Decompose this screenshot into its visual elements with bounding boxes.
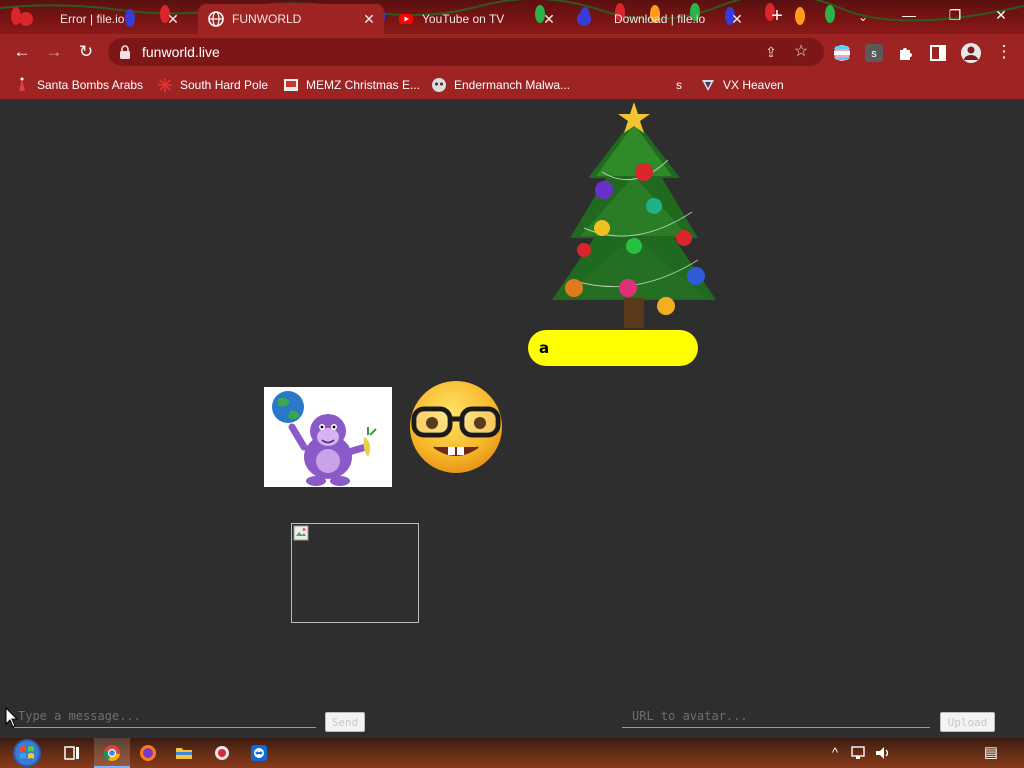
- snowflake-icon: [158, 78, 172, 92]
- tab-label: YouTube on TV: [422, 12, 505, 26]
- svg-text:s: s: [871, 48, 877, 60]
- task-view-icon: [64, 746, 79, 760]
- side-panel-icon[interactable]: [929, 44, 947, 62]
- network-icon[interactable]: [850, 744, 868, 762]
- red-app-icon: [215, 746, 229, 760]
- extensions-puzzle-icon[interactable]: [897, 44, 915, 62]
- endermanch-icon: [432, 78, 446, 92]
- broken-image-icon: [293, 525, 309, 541]
- globe-icon: [208, 11, 224, 27]
- bookmark-memz-christmas[interactable]: MEMZ Christmas E...: [283, 76, 420, 94]
- teamviewer-icon: [251, 745, 267, 761]
- page-content: a Type a message... Send URL to avatar..…: [0, 100, 1024, 738]
- share-icon[interactable]: ⇪: [762, 43, 780, 61]
- send-button[interactable]: Send: [325, 712, 365, 732]
- santa-icon: [19, 77, 25, 91]
- back-button[interactable]: ←: [10, 40, 34, 64]
- tab-label: Download | file.io: [614, 12, 706, 26]
- reload-button[interactable]: ↻: [74, 40, 98, 64]
- tab-download-file-io[interactable]: Download | file.io ✕: [566, 4, 752, 34]
- bookmark-star-icon[interactable]: ☆: [792, 43, 810, 61]
- address-bar[interactable]: funworld.live ⇪ ☆: [108, 38, 824, 66]
- bookmark-label: VX Heaven: [723, 78, 784, 92]
- action-center-icon[interactable]: ▤: [980, 744, 1002, 762]
- tab-close-icon[interactable]: ✕: [540, 10, 558, 28]
- taskbar-firefox[interactable]: [130, 738, 166, 768]
- bookmark-label: Endermanch Malwa...: [454, 78, 571, 92]
- chrome-icon: [103, 745, 120, 762]
- bookmarks-bar: Santa Bombs Arabs South Hard Pole MEMZ C…: [0, 70, 1024, 100]
- tab-strip: Error | file.io ✕ FUNWORLD ✕ YouTube on …: [0, 0, 1024, 34]
- bookmark-vx-heaven[interactable]: VX Heaven: [700, 76, 784, 94]
- taskbar-red-app[interactable]: [204, 738, 240, 768]
- folder-icon: [176, 748, 192, 759]
- avatar-upload-button[interactable]: Upload: [940, 712, 995, 732]
- bookmark-santa-bombs-arabs[interactable]: Santa Bombs Arabs: [14, 76, 143, 94]
- bonzi-buddy-avatar: [264, 387, 392, 487]
- bookmark-hidden[interactable]: s: [676, 76, 682, 94]
- broken-image-placeholder: [291, 523, 419, 623]
- file-io-icon: [577, 12, 591, 26]
- christmas-tree-image: [552, 102, 716, 328]
- minimize-button[interactable]: —: [886, 0, 932, 30]
- tab-label: FUNWORLD: [232, 12, 302, 26]
- bookmark-label: South Hard Pole: [180, 78, 269, 92]
- chat-bubble: a: [528, 330, 698, 366]
- flag-extension-icon[interactable]: [833, 44, 851, 62]
- file-io-icon: [19, 12, 33, 26]
- bookmark-endermanch-malware[interactable]: Endermanch Malwa...: [431, 76, 570, 94]
- volume-icon[interactable]: [874, 744, 892, 762]
- taskbar-teamviewer[interactable]: [241, 738, 277, 768]
- lock-icon: [120, 45, 130, 59]
- s-extension-icon[interactable]: s: [865, 44, 883, 62]
- close-window-button[interactable]: ✕: [978, 0, 1024, 30]
- taskbar-file-explorer[interactable]: [166, 738, 202, 768]
- bookmark-south-hard-pole[interactable]: South Hard Pole: [157, 76, 268, 94]
- tab-label: Error | file.io: [60, 12, 125, 26]
- firefox-icon: [140, 745, 156, 761]
- tab-close-icon[interactable]: ✕: [728, 10, 746, 28]
- vx-heaven-icon: [702, 80, 714, 91]
- tab-error-file-io[interactable]: Error | file.io ✕: [8, 4, 188, 34]
- url-text: funworld.live: [142, 44, 220, 60]
- bookmark-label: Santa Bombs Arabs: [37, 78, 144, 92]
- bookmark-label: MEMZ Christmas E...: [306, 78, 421, 92]
- tab-youtube-on-tv[interactable]: YouTube on TV ✕: [388, 4, 564, 34]
- mouse-cursor-icon: [5, 707, 19, 728]
- profile-avatar-icon[interactable]: [960, 42, 982, 64]
- tab-close-icon[interactable]: ✕: [360, 10, 378, 28]
- windows-start-button[interactable]: [10, 738, 44, 768]
- nerd-face-emoji-avatar: [410, 381, 502, 473]
- avatar-url-input[interactable]: [622, 704, 930, 728]
- task-view-button[interactable]: [54, 738, 90, 768]
- tab-search-button[interactable]: ⌄: [852, 6, 874, 28]
- message-input[interactable]: [14, 704, 316, 728]
- youtube-icon: [399, 14, 413, 24]
- taskbar-chrome[interactable]: [94, 738, 130, 768]
- tab-funworld[interactable]: FUNWORLD ✕: [198, 4, 384, 34]
- chrome-menu-button[interactable]: ⋮: [992, 40, 1016, 64]
- browser-toolbar: ← → ↻ funworld.live ⇪ ☆ s ⋮: [0, 34, 1024, 70]
- tab-close-icon[interactable]: ✕: [164, 10, 182, 28]
- forward-button[interactable]: →: [42, 40, 66, 64]
- restore-button[interactable]: ❐: [932, 0, 978, 30]
- windows-taskbar: ^ ▤: [0, 738, 1024, 768]
- bookmark-label: s: [676, 78, 682, 92]
- tray-show-hidden-icons[interactable]: ^: [826, 744, 844, 762]
- new-tab-button[interactable]: +: [766, 6, 788, 28]
- memz-icon: [284, 79, 298, 91]
